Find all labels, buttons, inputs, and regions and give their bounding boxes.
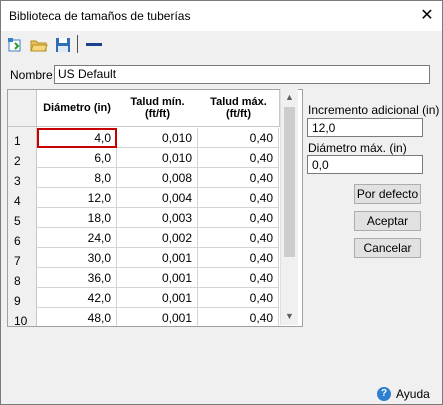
diameter-cell[interactable]: 6,0	[37, 148, 117, 168]
table-row: 9 42,0 0,001 0,40	[8, 288, 280, 308]
max-slope-cell[interactable]: 0,40	[198, 308, 279, 326]
row-number[interactable]: 7	[8, 248, 36, 268]
max-slope-cell[interactable]: 0,40	[198, 228, 279, 248]
diameter-cell[interactable]: 30,0	[37, 248, 117, 268]
diameter-cell[interactable]: 42,0	[37, 288, 117, 308]
max-slope-cell[interactable]: 0,40	[198, 148, 279, 168]
min-slope-cell[interactable]: 0,001	[117, 288, 198, 308]
row-number[interactable]: 8	[8, 268, 36, 288]
max-slope-cell[interactable]: 0,40	[198, 168, 279, 188]
name-input[interactable]: US Default	[54, 65, 430, 84]
max-slope-cell[interactable]: 0,40	[198, 188, 279, 208]
min-slope-cell[interactable]: 0,008	[117, 168, 198, 188]
diameter-cell[interactable]: 18,0	[37, 208, 117, 228]
max-slope-cell[interactable]: 0,40	[198, 268, 279, 288]
max-diameter-input[interactable]: 0,0	[307, 155, 423, 174]
row-number[interactable]: 6	[8, 228, 36, 248]
column-header-min-slope[interactable]: Talud mín. (ft/ft)	[117, 90, 199, 127]
help-label: Ayuda	[396, 387, 430, 401]
window-title: Biblioteca de tamaños de tuberías	[9, 9, 191, 23]
row-number[interactable]: 10	[8, 308, 36, 326]
help-link[interactable]: ? Ayuda	[377, 387, 430, 401]
toolbar	[1, 31, 442, 59]
min-slope-cell[interactable]: 0,001	[117, 268, 198, 288]
name-label: Nombre	[10, 68, 53, 82]
max-slope-cell[interactable]: 0,40	[198, 248, 279, 268]
pipe-size-library-dialog: Biblioteca de tamaños de tuberías ✕ Nomb…	[0, 0, 443, 405]
diameter-cell[interactable]: 4,0	[37, 128, 117, 148]
min-slope-cell[interactable]: 0,001	[117, 248, 198, 268]
cancel-button[interactable]: Cancelar	[354, 238, 421, 258]
diameter-cell[interactable]: 8,0	[37, 168, 117, 188]
column-header-diameter[interactable]: Diámetro (in)	[37, 90, 118, 127]
table-row: 6 24,0 0,002 0,40	[8, 228, 280, 248]
corner-header	[8, 90, 37, 127]
max-slope-cell[interactable]: 0,40	[198, 128, 279, 148]
increment-input[interactable]: 12,0	[307, 118, 423, 137]
max-slope-cell[interactable]: 0,40	[198, 288, 279, 308]
max-diameter-label: Diámetro máx. (in)	[308, 141, 407, 155]
help-icon: ?	[377, 387, 391, 401]
min-slope-cell[interactable]: 0,004	[117, 188, 198, 208]
scroll-up-icon[interactable]: ▲	[281, 89, 298, 106]
table-row: 1 4,0 0,010 0,40	[8, 128, 280, 148]
row-number[interactable]: 1	[8, 128, 36, 148]
open-folder-icon[interactable]	[30, 36, 48, 54]
pipe-size-table: Diámetro (in) Talud mín. (ft/ft) Talud m…	[7, 89, 303, 327]
table-row: 3 8,0 0,008 0,40	[8, 168, 280, 188]
table-row: 8 36,0 0,001 0,40	[8, 268, 280, 288]
save-icon[interactable]	[54, 36, 72, 54]
toolbar-separator	[77, 35, 78, 53]
min-slope-cell[interactable]: 0,002	[117, 228, 198, 248]
diameter-cell[interactable]: 24,0	[37, 228, 117, 248]
table-row: 4 12,0 0,004 0,40	[8, 188, 280, 208]
diameter-cell[interactable]: 36,0	[37, 268, 117, 288]
column-header-max-slope[interactable]: Talud máx. (ft/ft)	[198, 90, 280, 127]
row-number[interactable]: 4	[8, 188, 36, 208]
min-slope-cell[interactable]: 0,010	[117, 128, 198, 148]
max-slope-cell[interactable]: 0,40	[198, 208, 279, 228]
diameter-cell[interactable]: 48,0	[37, 308, 117, 326]
close-icon[interactable]: ✕	[412, 1, 442, 31]
scroll-thumb[interactable]	[284, 107, 295, 257]
new-icon[interactable]	[6, 36, 24, 54]
table-scrollbar[interactable]: ▲ ▼	[280, 89, 298, 325]
diameter-cell[interactable]: 12,0	[37, 188, 117, 208]
table-row: 7 30,0 0,001 0,40	[8, 248, 280, 268]
default-button[interactable]: Por defecto	[354, 184, 421, 204]
table-row: 10 48,0 0,001 0,40	[8, 308, 280, 326]
row-number[interactable]: 9	[8, 288, 36, 308]
table-row: 2 6,0 0,010 0,40	[8, 148, 280, 168]
dash-icon[interactable]	[85, 36, 103, 54]
accept-button[interactable]: Aceptar	[354, 211, 421, 231]
increment-label: Incremento adicional (in)	[308, 103, 440, 117]
min-slope-cell[interactable]: 0,001	[117, 308, 198, 326]
table-row: 5 18,0 0,003 0,40	[8, 208, 280, 228]
min-slope-cell[interactable]: 0,003	[117, 208, 198, 228]
title-bar: Biblioteca de tamaños de tuberías ✕	[1, 1, 442, 31]
row-number[interactable]: 2	[8, 148, 36, 168]
scroll-down-icon[interactable]: ▼	[281, 308, 298, 325]
row-number[interactable]: 3	[8, 168, 36, 188]
row-number[interactable]: 5	[8, 208, 36, 228]
min-slope-cell[interactable]: 0,010	[117, 148, 198, 168]
